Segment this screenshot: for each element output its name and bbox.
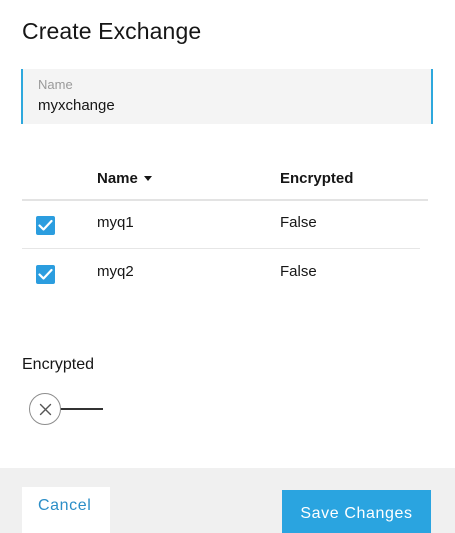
save-changes-button[interactable]: Save Changes — [282, 490, 431, 533]
column-header-name-label: Name — [97, 170, 138, 187]
create-exchange-dialog: Create Exchange Name Name Encrypted myq1… — [0, 0, 455, 533]
dialog-footer: Cancel Save Changes — [0, 468, 455, 533]
table-row: myq2 False — [22, 249, 420, 297]
name-field[interactable]: Name — [21, 69, 433, 124]
dialog-title: Create Exchange — [22, 18, 202, 44]
close-icon — [39, 403, 52, 416]
row-name: myq2 — [97, 263, 134, 280]
row-checkbox[interactable] — [36, 216, 55, 235]
checkmark-icon — [38, 219, 53, 231]
row-checkbox[interactable] — [36, 265, 55, 284]
encrypted-toggle[interactable] — [29, 393, 109, 427]
row-name: myq1 — [97, 214, 134, 231]
column-header-name[interactable]: Name — [97, 170, 152, 187]
table-header: Name Encrypted — [22, 160, 428, 201]
caret-down-icon — [143, 175, 152, 181]
cancel-button[interactable]: Cancel — [22, 487, 110, 533]
row-encrypted: False — [280, 214, 317, 231]
encrypted-toggle-label: Encrypted — [22, 356, 95, 373]
toggle-knob — [29, 393, 61, 425]
table-row: myq1 False — [22, 200, 420, 249]
column-header-encrypted: Encrypted — [280, 170, 354, 187]
queue-table: Name Encrypted myq1 False myq2 False — [22, 160, 428, 297]
checkmark-icon — [38, 268, 53, 280]
toggle-track — [59, 408, 103, 410]
name-field-label: Name — [38, 77, 73, 92]
row-encrypted: False — [280, 263, 317, 280]
name-input[interactable] — [38, 97, 418, 114]
